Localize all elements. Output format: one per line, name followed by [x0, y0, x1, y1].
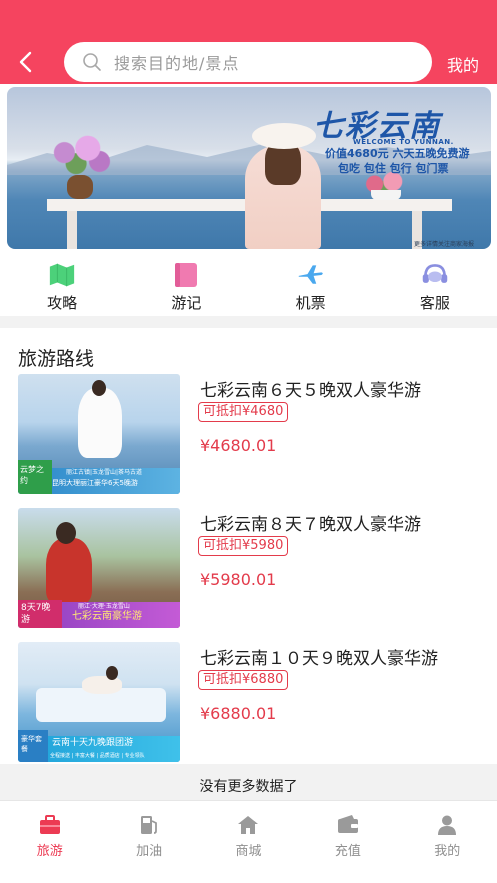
airplane-icon — [297, 262, 325, 288]
fuel-pump-icon — [137, 814, 161, 836]
route-card[interactable]: 8天7晚游 丽江·大理·玉龙雪山 七彩云南豪华游 七彩云南８天７晚双人豪华游 可… — [0, 508, 497, 628]
flowers-graphic — [41, 135, 119, 179]
banner-footnote: 更多详情关注商家海报 — [414, 241, 475, 248]
bottom-tab-bar: 旅游 加油 商城 充值 我的 — [0, 800, 497, 883]
route-thumbnail: 豪华套餐 云南十天九晚跟团游 全程接送 | 丰富大餐 | 品质酒店 | 专业领队 — [18, 642, 180, 762]
quick-nav-customer-service[interactable]: 客服 — [373, 254, 497, 316]
route-price: ¥4680.01 — [200, 436, 277, 455]
section-title: 旅游路线 — [18, 348, 95, 370]
discount-tag: 可抵扣¥4680 — [198, 402, 289, 422]
quick-nav-label: 客服 — [419, 294, 450, 312]
promo-banner[interactable]: 七彩云南 WELCOME TO YUNNAN. 价值4680元 六天五晚免费游 … — [7, 87, 491, 249]
chevron-left-icon — [19, 51, 32, 73]
notebook-icon — [172, 262, 200, 288]
tab-fuel[interactable]: 加油 — [99, 801, 198, 883]
routes-section: 旅游路线 云梦之约 丽江古镇|玉龙雪山|茶马古道 昆明大理丽江豪华6天5晚游 七… — [0, 328, 497, 764]
quick-nav-label: 游记 — [171, 294, 202, 312]
quick-nav-label: 机票 — [295, 294, 326, 312]
sun-hat-graphic — [252, 123, 316, 149]
quick-nav-label: 攻略 — [47, 294, 78, 312]
quick-nav: 攻略 游记 机票 客服 — [0, 254, 497, 316]
map-icon — [48, 262, 76, 288]
tab-mine[interactable]: 我的 — [398, 801, 497, 883]
headset-icon — [421, 262, 449, 288]
thumbnail-badge: 豪华套餐 — [18, 730, 48, 762]
back-button[interactable] — [14, 48, 38, 76]
search-input[interactable]: 搜索目的地/景点 — [64, 42, 432, 82]
route-thumbnail: 云梦之约 丽江古镇|玉龙雪山|茶马古道 昆明大理丽江豪华6天5晚游 — [18, 374, 180, 494]
quick-nav-flights[interactable]: 机票 — [249, 254, 373, 316]
route-title: 七彩云南１０天９晚双人豪华游 — [200, 649, 438, 669]
discount-tag: 可抵扣¥6880 — [198, 670, 289, 690]
route-thumbnail: 8天7晚游 丽江·大理·玉龙雪山 七彩云南豪华游 — [18, 508, 180, 628]
wallet-icon — [336, 814, 360, 836]
quick-nav-guide[interactable]: 攻略 — [0, 254, 124, 316]
thumbnail-badge: 8天7晚游 — [18, 600, 62, 628]
banner-section: 七彩云南 WELCOME TO YUNNAN. 价值4680元 六天五晚免费游 … — [0, 84, 497, 254]
no-more-data-text: 没有更多数据了 — [199, 779, 298, 795]
route-title: 七彩云南８天７晚双人豪华游 — [200, 515, 421, 535]
tab-label: 充值 — [334, 844, 361, 859]
person-icon — [435, 814, 459, 836]
vase-graphic — [67, 175, 93, 199]
store-icon — [236, 814, 260, 836]
search-icon — [83, 53, 101, 71]
top-header: 搜索目的地/景点 我的 — [0, 0, 497, 84]
thumbnail-badge: 云梦之约 — [18, 460, 52, 494]
mine-link[interactable]: 我的 — [447, 52, 479, 76]
banner-includes-line: 包吃 包住 包行 包门票 — [338, 162, 449, 175]
quick-nav-travel-notes[interactable]: 游记 — [124, 254, 248, 316]
route-price: ¥5980.01 — [200, 570, 277, 589]
banner-offer-line: 价值4680元 六天五晚免费游 — [325, 147, 470, 160]
tab-label: 我的 — [434, 844, 461, 859]
tab-label: 商城 — [235, 844, 262, 859]
search-placeholder: 搜索目的地/景点 — [114, 54, 240, 73]
discount-tag: 可抵扣¥5980 — [198, 536, 289, 556]
suitcase-icon — [38, 814, 62, 836]
tab-recharge[interactable]: 充值 — [298, 801, 397, 883]
tab-travel[interactable]: 旅游 — [0, 801, 99, 883]
route-price: ¥6880.01 — [200, 704, 277, 723]
route-card[interactable]: 云梦之约 丽江古镇|玉龙雪山|茶马古道 昆明大理丽江豪华6天5晚游 七彩云南６天… — [0, 374, 497, 494]
route-title: 七彩云南６天５晚双人豪华游 — [200, 381, 421, 401]
tab-label: 加油 — [136, 844, 163, 859]
route-card[interactable]: 豪华套餐 云南十天九晚跟团游 全程接送 | 丰富大餐 | 品质酒店 | 专业领队… — [0, 642, 497, 762]
tab-mall[interactable]: 商城 — [199, 801, 298, 883]
tab-label: 旅游 — [36, 844, 63, 859]
